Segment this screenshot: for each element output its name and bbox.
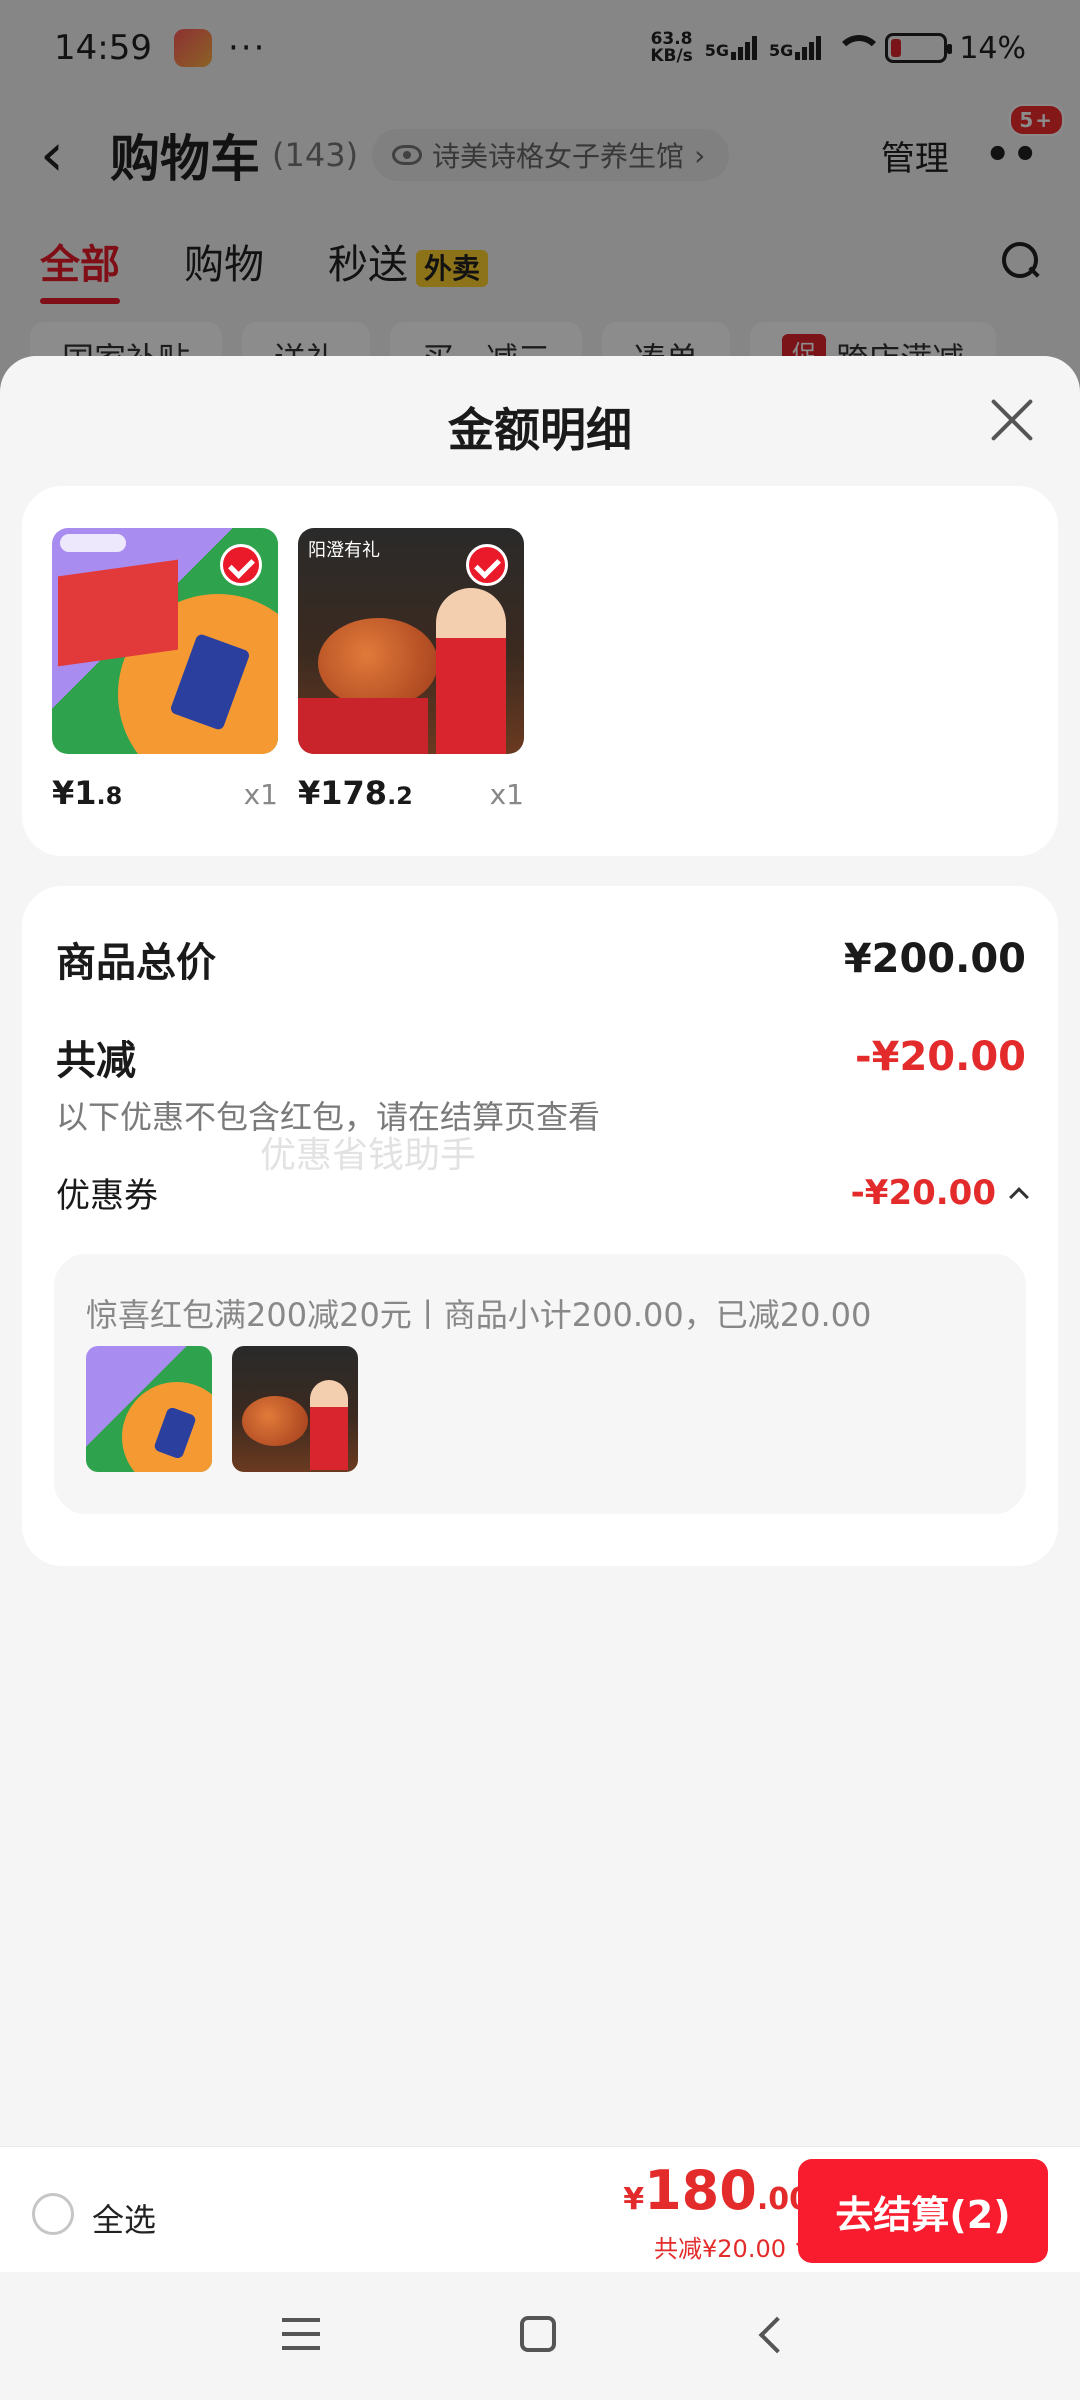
eraser-thumbnail bbox=[86, 1346, 212, 1472]
saved-text: 共减¥20.00 bbox=[654, 2235, 786, 2263]
amount-detail-sheet: 金额明细 ¥1.8 x1 阳澄有礼 ¥178.2 x1 商品总价 ¥200.00… bbox=[0, 356, 1080, 2146]
select-all-radio[interactable] bbox=[32, 2193, 74, 2235]
home-icon[interactable] bbox=[520, 2316, 556, 2352]
coupon-row[interactable]: 优惠券 -¥20.00 bbox=[56, 1168, 1029, 1217]
product-item[interactable]: ¥1.8 x1 bbox=[52, 528, 278, 812]
product-quantity: x1 bbox=[243, 778, 278, 811]
reduction-value: -¥20.00 bbox=[855, 1034, 1026, 1080]
reduction-row: 共减 -¥20.00 bbox=[56, 1028, 1026, 1086]
product-quantity: x1 bbox=[489, 778, 524, 811]
crab-product-image: 阳澄有礼 bbox=[298, 528, 524, 754]
total-amount: ¥180.00 bbox=[623, 2159, 810, 2222]
page: 14:59 ··· 63.8 KB/s 5G 5G 14% ‹ 购物车 (143… bbox=[0, 0, 1080, 2400]
coupon-description: 惊喜红包满200减20元丨商品小计200.00，已减20.00 bbox=[86, 1296, 872, 1334]
sheet-title: 金额明细 bbox=[448, 403, 632, 457]
chevron-up-icon[interactable] bbox=[1009, 1186, 1029, 1207]
coupon-detail-box: 惊喜红包满200减20元丨商品小计200.00，已减20.00 bbox=[54, 1254, 1026, 1514]
crab-thumbnail bbox=[232, 1346, 358, 1472]
checked-icon bbox=[466, 544, 508, 586]
product-brand: 阳澄有礼 bbox=[308, 540, 380, 561]
select-all-label[interactable]: 全选 bbox=[92, 2195, 156, 2241]
back-nav-icon[interactable] bbox=[758, 2316, 796, 2354]
product-price: ¥1.8 bbox=[52, 774, 123, 812]
saved-amount[interactable]: 共减¥20.00 bbox=[654, 2229, 811, 2264]
system-nav-bar bbox=[0, 2272, 1080, 2400]
product-price: ¥178.2 bbox=[298, 774, 413, 812]
total-price-value: ¥200.00 bbox=[843, 936, 1026, 982]
coupon-value: -¥20.00 bbox=[850, 1172, 996, 1213]
checkout-bar: 全选 ¥180.00 共减¥20.00 去结算(2) bbox=[0, 2146, 1080, 2272]
checked-icon bbox=[220, 544, 262, 586]
eraser-product-image bbox=[52, 528, 278, 754]
menu-icon[interactable] bbox=[282, 2318, 320, 2350]
reduction-label: 共减 bbox=[56, 1038, 136, 1084]
total-price-label: 商品总价 bbox=[56, 940, 216, 986]
selected-products-card: ¥1.8 x1 阳澄有礼 ¥178.2 x1 bbox=[22, 486, 1058, 856]
total-price-row: 商品总价 ¥200.00 bbox=[56, 930, 1026, 988]
currency-symbol: ¥ bbox=[623, 2182, 645, 2217]
close-icon[interactable] bbox=[988, 396, 1036, 444]
coupon-label: 优惠券 bbox=[56, 1176, 158, 1216]
price-breakdown-card: 商品总价 ¥200.00 共减 -¥20.00 以下优惠不包含红包，请在结算页查… bbox=[22, 886, 1058, 1566]
product-item[interactable]: 阳澄有礼 ¥178.2 x1 bbox=[298, 528, 524, 812]
checkout-button[interactable]: 去结算(2) bbox=[798, 2159, 1048, 2263]
dim-overlay[interactable] bbox=[0, 0, 1080, 400]
total-integer: 180 bbox=[644, 2159, 757, 2222]
